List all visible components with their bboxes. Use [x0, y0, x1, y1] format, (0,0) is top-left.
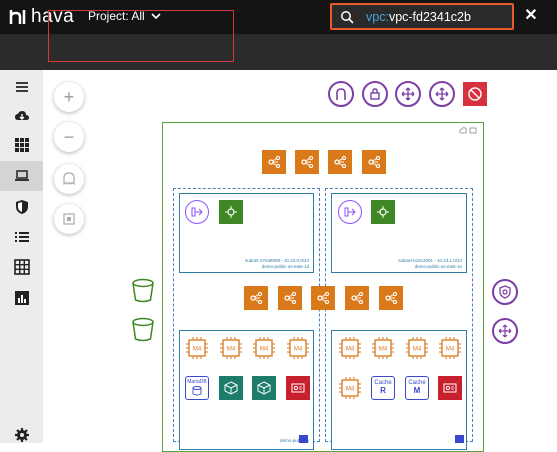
ec2-m4-chip-icon[interactable]: M4 [338, 376, 362, 400]
vpc-cloud-icon [459, 127, 477, 134]
svg-text:M4: M4 [294, 347, 303, 353]
svg-text:M4: M4 [413, 347, 422, 353]
elb-icon[interactable] [379, 286, 403, 310]
search-input[interactable]: vpc:vpc-fd2341c2b [366, 10, 471, 24]
table-icon [13, 259, 30, 275]
elb-icon[interactable] [295, 150, 319, 174]
sidebar-item-environments[interactable] [0, 161, 43, 191]
redis-icon[interactable] [438, 376, 462, 400]
zoom-in-button[interactable]: + [54, 82, 84, 112]
subnet-badge [299, 435, 308, 443]
shield-icon [15, 200, 28, 214]
svg-text:M4: M4 [379, 347, 388, 353]
hava-logo-icon [9, 10, 26, 24]
ec2-m4-chip-icon[interactable]: M4 [219, 336, 243, 360]
blocked-resource-icon[interactable] [463, 82, 487, 106]
subnet-a-label-line1: subnet-27ea8009 - 10.23.0.0/24 [244, 258, 309, 263]
sidebar-item-security[interactable] [0, 192, 43, 222]
elb-icon[interactable] [311, 286, 335, 310]
ec2-instance-icon[interactable] [371, 200, 395, 224]
redis-icon[interactable] [286, 376, 310, 400]
cache-r-icon[interactable]: Cache R [371, 376, 395, 400]
internet-gateway-icon[interactable] [328, 81, 354, 107]
sidebar-item-table[interactable] [0, 252, 43, 282]
cloud-download-icon [14, 111, 29, 120]
search-prefix: vpc: [366, 10, 389, 24]
svg-text:M4: M4 [446, 347, 455, 353]
elb-icon[interactable] [244, 286, 268, 310]
nat-gateway-icon[interactable] [185, 200, 209, 224]
gear-icon [14, 428, 29, 442]
svg-text:M4: M4 [193, 347, 202, 353]
elasticache-node-icon[interactable] [219, 376, 243, 400]
transit-icon[interactable] [429, 81, 455, 107]
ec2-m4-chip-icon[interactable]: M4 [252, 336, 276, 360]
svg-text:M4: M4 [260, 347, 269, 353]
elb-icon[interactable] [278, 286, 302, 310]
ec2-instance-icon[interactable] [219, 200, 243, 224]
waf-shield-icon[interactable] [492, 279, 518, 305]
elb-icon[interactable] [328, 150, 352, 174]
svg-text:M4: M4 [346, 387, 355, 393]
route53-icon[interactable] [492, 318, 518, 344]
selection-highlight [48, 10, 234, 62]
mariadb-label: MariaDB [187, 379, 207, 385]
close-search-button[interactable]: ✕ [520, 5, 542, 27]
svg-text:M4: M4 [346, 347, 355, 353]
subnet-badge [455, 435, 464, 443]
laptop-icon [14, 170, 29, 181]
search-icon [341, 11, 354, 24]
elb-icon[interactable] [362, 150, 386, 174]
fit-view-button[interactable] [54, 204, 84, 234]
sidebar [0, 70, 43, 443]
vpn-gateway-icon[interactable] [362, 81, 388, 107]
elb-icon[interactable] [262, 150, 286, 174]
ec2-m4-chip-icon[interactable]: M4 [338, 336, 362, 360]
ec2-m4-chip-icon[interactable]: M4 [185, 336, 209, 360]
ec2-m4-chip-icon[interactable]: M4 [438, 336, 462, 360]
search-box[interactable]: vpc:vpc-fd2341c2b [330, 3, 514, 30]
ec2-m4-chip-icon[interactable]: M4 [405, 336, 429, 360]
s3-bucket-icon[interactable] [131, 278, 155, 304]
grid-icon [14, 138, 29, 152]
elasticache-node-icon[interactable] [252, 376, 276, 400]
ec2-m4-chip-icon[interactable]: M4 [286, 336, 310, 360]
router-icon[interactable] [395, 81, 421, 107]
elb-icon[interactable] [345, 286, 369, 310]
subnet-a-label: subnet-27ea8009 - 10.23.0.0/24 demo-publ… [245, 258, 309, 269]
svg-text:M4: M4 [227, 347, 236, 353]
subnet-b-label: subnet-b10c2001 - 10.23.1.0/24 demo-publ… [398, 258, 462, 269]
sidebar-item-settings[interactable] [0, 420, 43, 450]
sidebar-item-list[interactable] [0, 222, 43, 252]
subnet-a-label-line2: demo-public-us-east-1d [261, 263, 309, 269]
list-icon [14, 232, 29, 242]
search-value: vpc-fd2341c2b [388, 10, 471, 24]
cache-m-label: M [413, 386, 421, 395]
hamburger-icon [15, 82, 28, 92]
sidebar-item-import[interactable] [0, 101, 43, 131]
sidebar-item-menu[interactable] [0, 72, 43, 102]
zoom-out-button[interactable]: − [54, 122, 84, 152]
sidebar-item-reports[interactable] [0, 283, 43, 313]
fit-icon [63, 213, 75, 225]
s3-bucket-icon[interactable] [131, 317, 155, 343]
ec2-m4-chip-icon[interactable]: M4 [371, 336, 395, 360]
cache-r-label: R [380, 386, 386, 395]
subnet-b-label-line2: demo-public-us-east-1e [414, 263, 462, 269]
cache-m-icon[interactable]: Cache M [405, 376, 429, 400]
mariadb-database-icon[interactable]: MariaDB [185, 376, 209, 400]
nat-gateway-icon[interactable] [338, 200, 362, 224]
ghost-icon [63, 172, 75, 186]
subnet-b-label-line1: subnet-b10c2001 - 10.23.1.0/24 [398, 258, 462, 263]
sidebar-item-apps[interactable] [0, 130, 43, 160]
center-view-button[interactable] [54, 164, 84, 194]
bar-chart-icon [14, 291, 29, 305]
